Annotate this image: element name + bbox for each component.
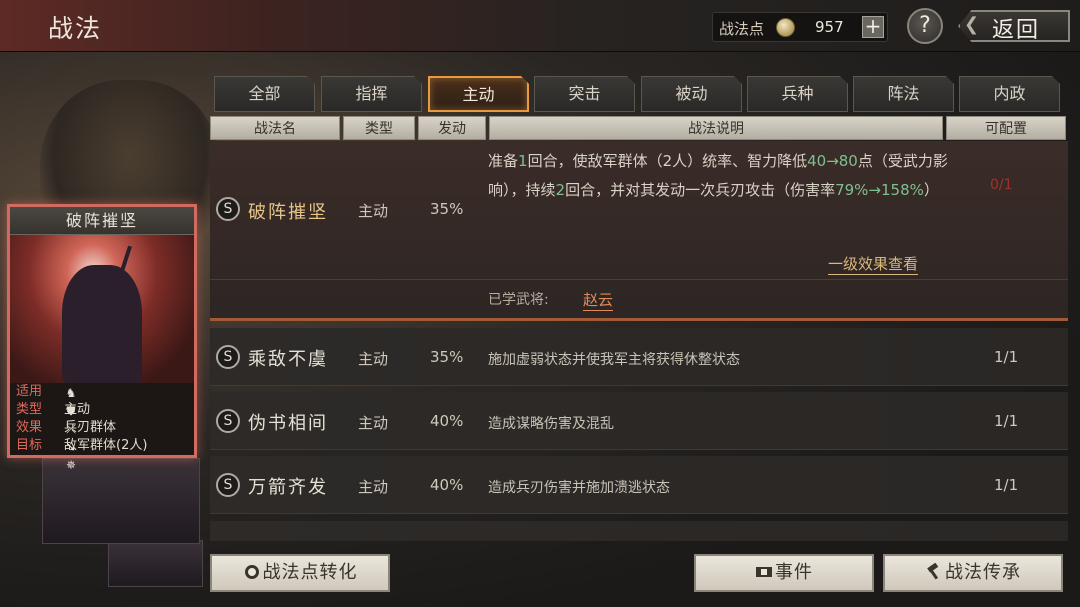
convert-points-button[interactable]: 战法点转化 xyxy=(210,554,390,592)
card-artwork xyxy=(10,235,194,383)
skill-points-value: 957 xyxy=(815,18,844,36)
learned-generals-label: 已学武将: xyxy=(488,292,549,308)
events-button[interactable]: 事件 xyxy=(694,554,874,592)
selected-skill-card[interactable]: 破阵摧坚 适用 ♞ ⛊ ⤫ ➘ ✵ 类型 主动 效果 兵刃群体 目标 敌军群体(… xyxy=(7,204,197,472)
tab-assault[interactable]: 突击 xyxy=(534,76,635,112)
tab-command[interactable]: 指挥 xyxy=(321,76,422,112)
back-label: 返回 xyxy=(992,18,1041,43)
coin-icon xyxy=(244,565,259,579)
wheel-icon: ✵ xyxy=(65,458,77,472)
add-points-button[interactable]: + xyxy=(862,16,884,38)
skill-card-thumbnail[interactable] xyxy=(108,540,203,587)
cavalry-icon: ♞ xyxy=(65,386,77,400)
card-info-value: 敌军群体(2人) xyxy=(64,438,148,453)
help-button[interactable]: ? xyxy=(907,8,943,44)
table-row[interactable]: S 万箭齐发 主动 40% 造成兵刃伤害并施加溃逃状态 1/1 xyxy=(210,456,1068,514)
skill-rate: 40% xyxy=(430,412,464,430)
warrior-silhouette xyxy=(62,265,142,383)
skill-config: 1/1 xyxy=(994,412,1019,430)
convert-points-label: 战法点转化 xyxy=(262,562,358,583)
skill-name: 万箭齐发 xyxy=(248,477,328,498)
skill-description: 造成兵刃伤害并施加溃逃状态 xyxy=(488,480,670,496)
card-info-key: 适用 xyxy=(16,384,43,399)
grade-badge: S xyxy=(216,197,240,221)
grade-badge: S xyxy=(216,409,240,433)
skill-inherit-button[interactable]: 战法传承 xyxy=(883,554,1063,592)
hammer-icon xyxy=(927,563,939,580)
card-info-key: 效果 xyxy=(16,420,43,435)
skill-description: 准备1回合，使敌军群体（2人）统率、智力降低40→80点（受武力影响），持续2回… xyxy=(488,152,948,199)
tab-internal-affairs[interactable]: 内政 xyxy=(959,76,1060,112)
skill-type: 主动 xyxy=(358,414,389,432)
skill-config: 0/1 xyxy=(990,177,1013,193)
table-row[interactable]: S 伪书相间 主动 40% 造成谋略伤害及混乱 1/1 xyxy=(210,392,1068,450)
skill-table: S 破阵摧坚 主动 35% 准备1回合，使敌军群体（2人）统率、智力降低40→8… xyxy=(210,141,1068,541)
skill-name: 伪书相间 xyxy=(248,413,328,434)
skill-name: 破阵摧坚 xyxy=(248,202,328,223)
top-bar: 战法 战法点 957 + ? ❮ 返回 xyxy=(0,0,1080,52)
back-arrow-icon: ❮ xyxy=(964,14,980,35)
tab-active[interactable]: 主动 xyxy=(428,76,529,112)
learned-general-link[interactable]: 赵云 xyxy=(583,289,614,311)
skill-description: 造成谋略伤害及混乱 xyxy=(488,416,614,432)
column-header-name[interactable]: 战法名 xyxy=(210,116,340,140)
column-header-config[interactable]: 可配置 xyxy=(946,116,1066,140)
row-divider xyxy=(210,279,1068,280)
tab-all[interactable]: 全部 xyxy=(214,76,315,112)
card-info-value: 兵刃群体 xyxy=(64,420,117,435)
table-row-expanded[interactable]: S 破阵摧坚 主动 35% 准备1回合，使敌军群体（2人）统率、智力降低40→8… xyxy=(210,141,1068,321)
skill-points-label: 战法点 xyxy=(719,20,765,38)
tab-formation[interactable]: 阵法 xyxy=(853,76,954,112)
events-label: 事件 xyxy=(775,562,813,583)
card-info-value: 主动 xyxy=(64,402,91,417)
back-button[interactable]: ❮ 返回 xyxy=(958,10,1070,43)
column-header-type[interactable]: 类型 xyxy=(343,116,415,140)
grade-badge: S xyxy=(216,473,240,497)
card-info-panel: 适用 ♞ ⛊ ⤫ ➘ ✵ 类型 主动 效果 兵刃群体 目标 敌军群体(2人) xyxy=(10,383,194,472)
skill-type: 主动 xyxy=(358,478,389,496)
tab-troop-type[interactable]: 兵种 xyxy=(747,76,848,112)
table-row-partial[interactable] xyxy=(210,521,1068,541)
skill-config: 1/1 xyxy=(994,476,1019,494)
skill-point-coin-icon xyxy=(776,18,795,37)
skill-type: 主动 xyxy=(358,350,389,368)
skill-rate: 35% xyxy=(430,348,464,366)
column-header-rate[interactable]: 发动 xyxy=(418,116,486,140)
card-info-key: 类型 xyxy=(16,402,43,417)
card-info-key: 目标 xyxy=(16,438,43,453)
column-header-desc: 战法说明 xyxy=(489,116,943,140)
grade-badge: S xyxy=(216,345,240,369)
skill-inherit-label: 战法传承 xyxy=(945,562,1021,583)
skill-rate: 35% xyxy=(430,200,464,218)
table-row[interactable]: S 乘敌不虞 主动 35% 施加虚弱状态并使我军主将获得休整状态 1/1 xyxy=(210,328,1068,386)
skill-config: 1/1 xyxy=(994,348,1019,366)
page-title: 战法 xyxy=(48,14,103,43)
skill-description: 施加虚弱状态并使我军主将获得休整状态 xyxy=(488,352,740,368)
card-title: 破阵摧坚 xyxy=(10,207,194,235)
skill-rate: 40% xyxy=(430,476,464,494)
skill-points-panel: 战法点 957 + xyxy=(712,12,888,42)
scroll-icon xyxy=(756,567,772,577)
tab-passive[interactable]: 被动 xyxy=(641,76,742,112)
skill-name: 乘敌不虞 xyxy=(248,349,328,370)
skill-type: 主动 xyxy=(358,202,389,220)
level-one-effect-link[interactable]: 一级效果查看 xyxy=(828,253,919,275)
